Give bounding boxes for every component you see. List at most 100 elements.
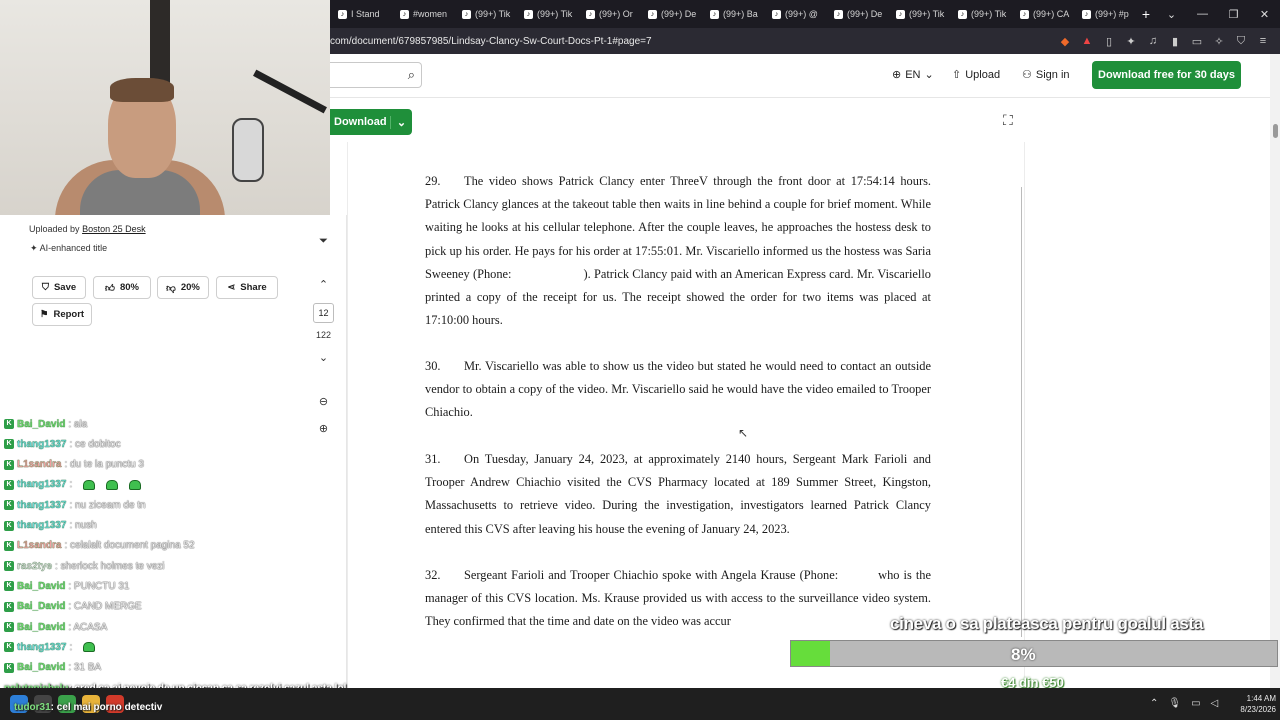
donation-goal-title: cineva o sa plateasca pentru goalul asta xyxy=(890,614,1204,633)
shield-icon[interactable]: ⛉ xyxy=(1234,35,1248,48)
chat-line: K Bai_David: 31 BA xyxy=(4,659,101,677)
maximize-icon[interactable]: ❐ xyxy=(1218,8,1249,21)
chat-username[interactable]: thang1337 xyxy=(17,479,67,490)
browser-tab[interactable]: ♪ (99+) Tik xyxy=(454,0,516,28)
mic-arm xyxy=(253,69,327,114)
system-clock[interactable]: 1:44 AM 8/23/2026 xyxy=(1220,693,1276,715)
overlay-chat-line: tudor31: cel mai porno detectiv xyxy=(14,702,162,713)
tab-label: (99+) Ba xyxy=(723,9,758,19)
url-text[interactable]: com/document/679857985/Lindsay-Clancy-Sw… xyxy=(330,36,1058,47)
globe-icon: ⊕ xyxy=(892,69,902,81)
chevron-down-icon[interactable]: ⌄ xyxy=(390,115,412,129)
downvote-button[interactable]: 👎︎ 20% xyxy=(157,276,209,299)
brave-shield-icon[interactable]: ◆ xyxy=(1058,35,1072,48)
tab-label: (99+) Tik xyxy=(475,9,511,19)
browser-tab[interactable]: ♪ (99+) @ xyxy=(764,0,826,28)
menu-icon[interactable]: ≡ xyxy=(1256,35,1270,48)
sparkle-icon[interactable]: ✧ xyxy=(1212,35,1226,48)
extensions-icon[interactable]: ✦ xyxy=(1124,35,1138,48)
minimize-icon[interactable]: — xyxy=(1187,8,1218,21)
mic-icon[interactable]: 🎙︎ xyxy=(1168,698,1181,709)
chat-username[interactable]: ras2tye xyxy=(17,560,52,571)
chat-username[interactable]: thang1337 xyxy=(17,642,67,653)
search-icon[interactable]: ⌕ xyxy=(408,67,415,83)
browser-tab[interactable]: ♪ (99+) De xyxy=(826,0,888,28)
chat-username[interactable]: Bai_David xyxy=(17,581,66,592)
chat-username[interactable]: L1sandra xyxy=(17,459,62,470)
chat-username[interactable]: thang1337 xyxy=(17,520,67,531)
wallet-icon[interactable]: ▭ xyxy=(1190,35,1204,48)
chevron-up-icon[interactable]: ⌃ xyxy=(1150,698,1158,709)
browser-tab[interactable]: ♪ (99+) #p xyxy=(1074,0,1136,28)
chat-message: : ce dobitoc xyxy=(69,438,121,450)
tiktok-icon: ♪ xyxy=(772,9,781,19)
mouse-cursor-icon: ↖ xyxy=(738,426,749,440)
save-button[interactable]: ⛉ Save xyxy=(32,276,86,299)
browser-tab[interactable]: ♪ (99+) Tik xyxy=(516,0,578,28)
new-tab-button[interactable]: + xyxy=(1136,6,1156,22)
browser-tab[interactable]: ♪ #women xyxy=(392,0,454,28)
language-selector[interactable]: ⊕ EN ⌄ xyxy=(892,68,934,82)
chat-username[interactable]: Bai_David xyxy=(17,621,66,632)
zoom-out-icon[interactable]: ⊖ xyxy=(300,395,347,408)
browser-tab[interactable]: ♪ I Stand xyxy=(330,0,392,28)
share-button[interactable]: ⋖ Share xyxy=(216,276,278,299)
chat-message: : cel mai porno detectiv xyxy=(50,702,163,713)
download-free-button[interactable]: Download free for 30 days xyxy=(1092,61,1241,89)
chat-username[interactable]: Bai_David xyxy=(17,662,66,673)
zoom-in-icon[interactable]: ⊕ xyxy=(300,422,347,435)
paragraph-text: Mr. Viscariello was able to show us the … xyxy=(425,359,931,420)
tab-list-icon[interactable]: ⌄ xyxy=(1156,8,1187,21)
sidebar-icon[interactable]: ▯ xyxy=(1102,35,1116,48)
report-button[interactable]: ⚑ Report xyxy=(32,303,92,326)
chat-username[interactable]: Bai_David xyxy=(17,418,66,429)
download-button[interactable]: Download ⌄ xyxy=(330,109,412,135)
signin-link[interactable]: ⚇ Sign in xyxy=(1022,68,1070,82)
browser-tab[interactable]: ♪ (99+) Ba xyxy=(702,0,764,28)
emote-icon xyxy=(106,479,119,490)
close-icon[interactable]: ✕ xyxy=(1249,8,1280,21)
system-tray: ⌃ 🎙︎ ▭ ◁ xyxy=(1150,698,1218,709)
scrollbar-thumb[interactable] xyxy=(1273,124,1278,138)
document-info-panel: Uploaded by Boston 25 Desk ✦ AI-enhanced… xyxy=(0,215,300,395)
paragraph-text: On Tuesday, January 24, 2023, at approxi… xyxy=(425,452,931,536)
upvote-button[interactable]: 👍︎ 80% xyxy=(93,276,151,299)
chat-username[interactable]: thang1337 xyxy=(17,439,67,450)
tab-label: #women xyxy=(413,9,448,19)
panel-icon[interactable]: ▮ xyxy=(1168,35,1182,48)
chat-message: : sherlock holmes te vezi xyxy=(55,560,165,572)
tiktok-icon: ♪ xyxy=(710,9,719,19)
browser-tab[interactable]: ♪ (99+) Or xyxy=(578,0,640,28)
chevron-up-icon[interactable]: ⌃ xyxy=(300,278,347,291)
uploader-link[interactable]: Boston 25 Desk xyxy=(82,224,146,234)
network-icon[interactable]: ▭ xyxy=(1191,698,1200,709)
upload-link[interactable]: ⇧ Upload xyxy=(952,68,1000,82)
page-input[interactable]: 12 xyxy=(313,303,334,323)
search-input[interactable]: ⌕ xyxy=(330,62,422,88)
chat-line: K Bai_David: ACASA xyxy=(4,618,107,636)
donation-goal-fill xyxy=(791,641,830,666)
browser-tab[interactable]: ♪ (99+) De xyxy=(640,0,702,28)
browser-tab[interactable]: ♪ (99+) CA xyxy=(1012,0,1074,28)
upload-icon: ⇧ xyxy=(952,69,962,81)
tiktok-icon: ♪ xyxy=(462,9,471,19)
window-controls: ⌄ — ❐ ✕ xyxy=(1156,8,1280,21)
fullscreen-icon[interactable]: ⛶ xyxy=(1003,112,1013,129)
chevron-down-icon[interactable]: ⌄ xyxy=(300,351,347,364)
chat-username[interactable]: L1sandra xyxy=(17,540,62,551)
tiktok-icon: ♪ xyxy=(586,9,595,19)
chat-username[interactable]: thang1337 xyxy=(17,500,67,511)
volume-icon[interactable]: ◁ xyxy=(1211,698,1219,709)
chat-message: : ala xyxy=(68,418,88,430)
tab-label: (99+) Tik xyxy=(537,9,573,19)
browser-tab[interactable]: ♪ (99+) Tik xyxy=(888,0,950,28)
chat-username[interactable]: Bai_David xyxy=(17,601,66,612)
filter-icon[interactable]: ⏷ xyxy=(300,235,347,248)
music-icon[interactable]: ♫ xyxy=(1146,35,1160,48)
downvote-label: 20% xyxy=(180,282,200,293)
page-scrollbar[interactable] xyxy=(1270,54,1280,688)
tab-label: (99+) Or xyxy=(599,9,633,19)
kick-badge-icon: K xyxy=(4,561,14,572)
rewards-icon[interactable]: ▲ xyxy=(1080,35,1094,48)
browser-tab[interactable]: ♪ (99+) Tik xyxy=(950,0,1012,28)
